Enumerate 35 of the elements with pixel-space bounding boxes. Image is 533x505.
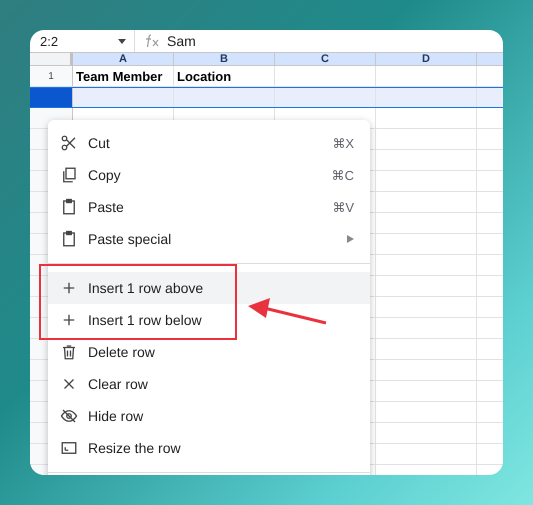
table-row[interactable]: 1 Team Member Location bbox=[30, 66, 503, 87]
menu-item[interactable]: Insert 1 row below bbox=[48, 304, 370, 336]
function-icon bbox=[145, 34, 161, 48]
trash-icon bbox=[60, 343, 78, 361]
shortcut-label: ⌘V bbox=[332, 200, 354, 214]
arrow-icon bbox=[246, 296, 328, 326]
clipboard-icon bbox=[60, 198, 78, 216]
corner-cell[interactable] bbox=[30, 53, 73, 65]
cell-reference[interactable]: 2:2 bbox=[30, 34, 118, 48]
eye-slash-icon bbox=[60, 407, 78, 425]
column-header[interactable]: C bbox=[275, 53, 376, 65]
column-header[interactable]: B bbox=[174, 53, 275, 65]
menu-item[interactable]: Paste ⌘V bbox=[48, 191, 370, 223]
menu-item[interactable]: Clear row bbox=[48, 368, 370, 400]
column-header[interactable]: A bbox=[73, 53, 174, 65]
table-cell: Team Member bbox=[73, 66, 174, 86]
scissors-icon bbox=[60, 134, 78, 152]
row-header[interactable] bbox=[30, 88, 73, 107]
formula-field[interactable]: Sam bbox=[167, 33, 196, 49]
menu-item[interactable]: Resize the row bbox=[48, 432, 370, 464]
row-header[interactable]: 1 bbox=[30, 66, 73, 86]
menu-item[interactable]: Delete row bbox=[48, 336, 370, 368]
resize-icon bbox=[60, 439, 78, 457]
menu-item[interactable]: Copy ⌘C bbox=[48, 159, 370, 191]
menu-item[interactable]: Hide row bbox=[48, 400, 370, 432]
shortcut-label: ⌘C bbox=[332, 168, 354, 182]
menu-item[interactable]: Paste special bbox=[48, 223, 370, 255]
shortcut-label: ⌘X bbox=[332, 136, 354, 150]
copy-icon bbox=[60, 166, 78, 184]
column-header[interactable]: D bbox=[376, 53, 477, 65]
clipboard-icon bbox=[60, 230, 78, 248]
dropdown-caret-icon[interactable] bbox=[118, 38, 126, 44]
menu-item[interactable]: Insert 1 row above bbox=[48, 272, 370, 304]
menu-item[interactable]: Cut ⌘X bbox=[48, 127, 370, 159]
table-cell: Location bbox=[174, 66, 275, 86]
